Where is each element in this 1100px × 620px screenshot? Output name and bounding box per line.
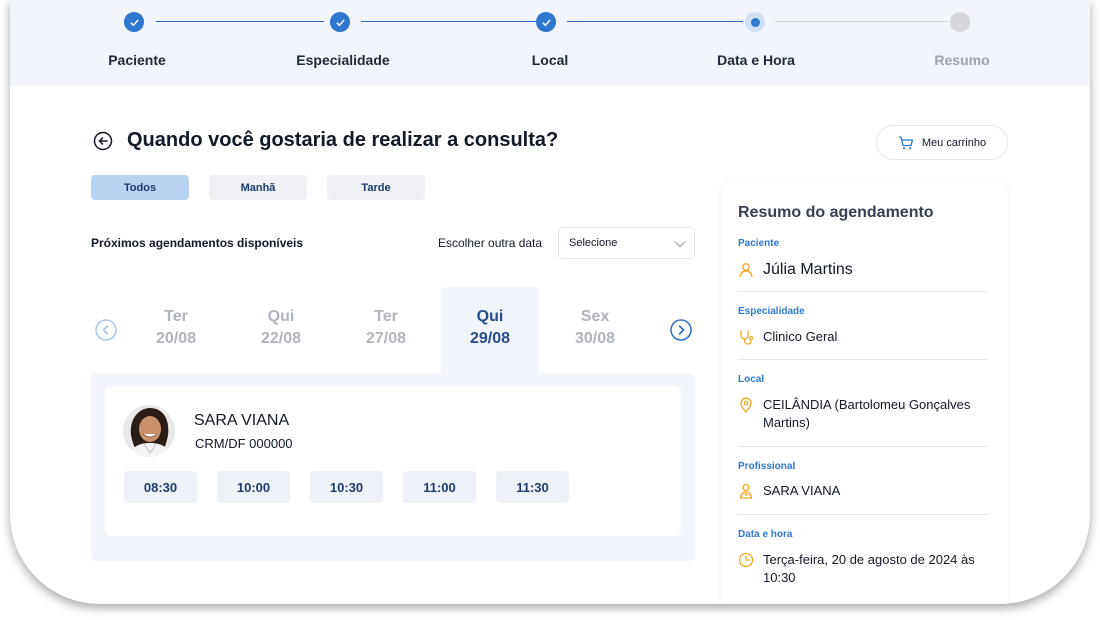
doctor-crm: CRM/DF 000000 (195, 436, 293, 451)
other-date-label: Escolher outra data (438, 236, 543, 250)
summary-location: CEILÂNDIA (Bartolomeu Gonçalves Martins) (738, 396, 988, 432)
summary-specialty: Clinico Geral (738, 328, 988, 346)
availability-label: Próximos agendamentos disponíveis (91, 236, 304, 250)
page-title: Quando você gostaria de realizar a consu… (127, 129, 559, 151)
summary-specialty-label: Especialidade (738, 306, 805, 317)
back-arrow-icon[interactable] (93, 131, 113, 151)
progress-stepper: Paciente Especialidade Local Data e Hora… (10, 0, 1090, 86)
summary-patient: Júlia Martins (738, 261, 988, 279)
day-option[interactable]: Qui 22/08 (232, 287, 330, 374)
summary-professional: SARA VIANA (738, 482, 988, 500)
step-connector (156, 21, 324, 22)
time-slot-button[interactable]: 11:00 (403, 471, 476, 503)
summary-location-label: Local (738, 374, 765, 385)
app-frame: Paciente Especialidade Local Data e Hora… (10, 0, 1090, 604)
filter-todos[interactable]: Todos (91, 175, 189, 200)
day-date: 22/08 (260, 330, 302, 347)
summary-divider (738, 291, 988, 292)
day-option[interactable]: Ter 20/08 (127, 287, 225, 374)
doctor-card (105, 386, 681, 536)
time-slot-button[interactable]: 10:00 (217, 471, 290, 503)
day-option[interactable]: Ter 27/08 (337, 287, 435, 374)
step-label-especialidade: Especialidade (296, 52, 390, 68)
summary-divider (738, 514, 988, 515)
stethoscope-icon (740, 330, 754, 345)
summary-divider (738, 446, 988, 447)
clock-icon (738, 552, 754, 568)
day-date: 30/08 (574, 330, 616, 347)
summary-patient-value: Júlia Martins (763, 261, 853, 278)
day-weekday: Ter (164, 308, 188, 325)
step-done-check-icon (124, 12, 144, 32)
day-weekday: Sex (580, 308, 610, 325)
step-label-resumo: Resumo (934, 52, 990, 68)
date-select[interactable]: Selecione (558, 227, 695, 259)
day-date: 27/08 (365, 330, 407, 347)
day-option-selected[interactable]: Qui 29/08 (441, 287, 539, 374)
filter-tarde[interactable]: Tarde (327, 175, 425, 200)
summary-professional-label: Profissional (738, 461, 796, 472)
day-date: 29/08 (469, 330, 511, 347)
day-weekday: Ter (374, 308, 398, 325)
summary-datetime: Terça-feira, 20 de agosto de 2024 às 10:… (738, 551, 988, 587)
summary-datetime-label: Data e hora (738, 529, 793, 540)
summary-professional-value: SARA VIANA (763, 483, 841, 498)
doctor-avatar (123, 405, 175, 457)
filter-manha[interactable]: Manhã (209, 175, 307, 200)
summary-location-value: CEILÂNDIA (Bartolomeu Gonçalves Martins) (763, 397, 971, 430)
time-slot-button[interactable]: 10:30 (310, 471, 383, 503)
summary-title: Resumo do agendamento (738, 204, 934, 221)
day-date: 20/08 (155, 330, 197, 347)
user-icon (739, 263, 753, 278)
step-label-paciente: Paciente (108, 52, 166, 68)
day-option[interactable]: Sex 30/08 (546, 287, 644, 374)
date-select-value: Selecione (569, 237, 618, 249)
cart-button-label: Meu carrinho (921, 136, 987, 149)
step-done-check-icon (330, 12, 350, 32)
summary-patient-label: Paciente (738, 238, 780, 249)
step-done-check-icon (536, 12, 556, 32)
day-weekday: Qui (476, 308, 504, 325)
chevron-down-icon (674, 241, 686, 248)
doctor-name: SARA VIANA (194, 412, 290, 429)
time-slot-button[interactable]: 08:30 (124, 471, 197, 503)
time-slot-button[interactable]: 11:30 (496, 471, 569, 503)
prev-days-icon[interactable] (95, 319, 117, 341)
next-days-icon[interactable] (670, 319, 692, 341)
step-connector (361, 21, 537, 22)
location-pin-icon (740, 397, 752, 413)
step-label-data-hora: Data e Hora (717, 52, 795, 68)
cart-button[interactable]: Meu carrinho (876, 125, 1008, 160)
step-label-local: Local (531, 52, 569, 68)
step-pending-icon (950, 12, 970, 32)
summary-datetime-value: Terça-feira, 20 de agosto de 2024 às 10:… (763, 552, 975, 585)
step-connector (567, 21, 743, 22)
step-connector (775, 21, 949, 22)
summary-divider (738, 359, 988, 360)
professional-badge-icon (739, 483, 753, 499)
cart-icon (898, 135, 914, 149)
day-weekday: Qui (267, 308, 295, 325)
step-current-icon (745, 12, 765, 32)
summary-specialty-value: Clinico Geral (763, 329, 838, 344)
